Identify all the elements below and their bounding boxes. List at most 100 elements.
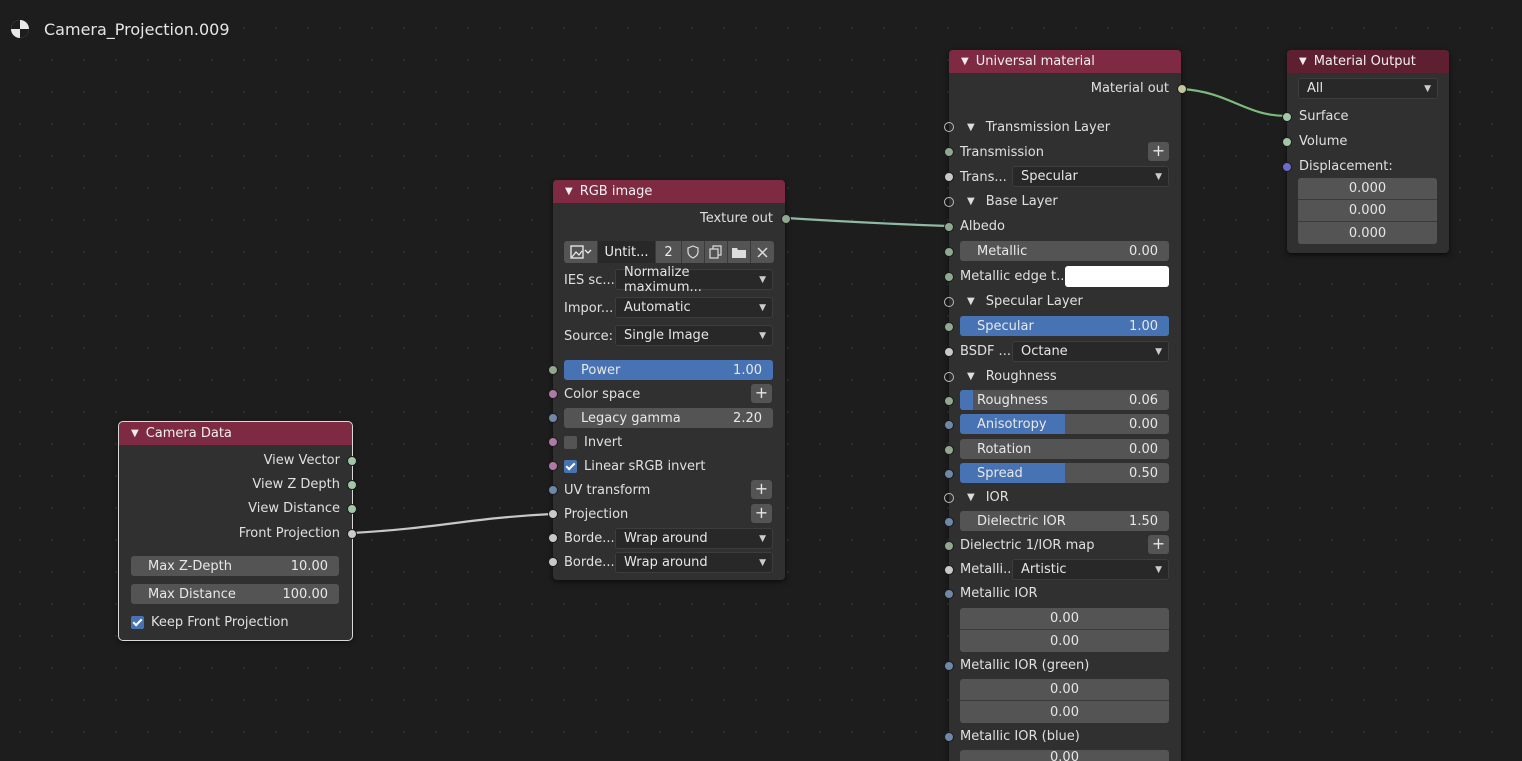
displacement-value-3[interactable]: 0.000 xyxy=(1298,222,1437,244)
plus-icon[interactable]: + xyxy=(1148,142,1169,161)
spread-field[interactable]: Spread 0.50 xyxy=(960,463,1169,483)
socket-bsdf-model[interactable] xyxy=(944,347,954,357)
metallic-ior-blue-value-1[interactable]: 0.00 xyxy=(960,750,1169,761)
triangle-down-icon[interactable]: ▼ xyxy=(967,371,975,382)
socket-dielectric-ior[interactable] xyxy=(944,517,954,527)
socket-rotation[interactable] xyxy=(944,445,954,455)
socket-volume[interactable] xyxy=(1282,137,1292,147)
plus-icon[interactable]: + xyxy=(751,384,772,403)
universal-material-node[interactable]: ▼ Universal material Material out ▼ Trans… xyxy=(944,50,1187,761)
metallic-edge-tint-color-swatch[interactable] xyxy=(1065,266,1169,287)
socket-metallic-mode[interactable] xyxy=(944,565,954,575)
socket-dielectric-ior-map[interactable] xyxy=(944,541,954,551)
specular-layer-panel[interactable]: ▼ Specular Layer xyxy=(967,290,1083,312)
chevron-down-icon[interactable]: ▼ xyxy=(1299,56,1307,67)
socket-ior-panel[interactable] xyxy=(944,493,954,503)
socket-albedo[interactable] xyxy=(944,222,954,232)
socket-invert[interactable] xyxy=(548,437,558,447)
socket-metallic[interactable] xyxy=(944,247,954,257)
socket-material-out[interactable] xyxy=(1177,84,1187,94)
link-front-projection-to-projection[interactable] xyxy=(351,512,553,535)
transmission-layer-panel[interactable]: ▼ Transmission Layer xyxy=(967,116,1110,138)
chevron-down-icon[interactable]: ▼ xyxy=(131,428,139,439)
roughness-field[interactable]: Roughness 0.06 xyxy=(960,390,1169,410)
metallic-ior-green-value-1[interactable]: 0.00 xyxy=(960,679,1169,701)
socket-specular[interactable] xyxy=(944,322,954,332)
link-material-out-to-surface[interactable] xyxy=(1181,87,1288,118)
socket-projection[interactable] xyxy=(548,509,558,519)
specular-field[interactable]: Specular 1.00 xyxy=(960,316,1169,336)
socket-legacy-gamma[interactable] xyxy=(548,413,558,423)
image-browse-button[interactable] xyxy=(564,241,598,263)
link-texture-out-to-albedo[interactable] xyxy=(785,216,949,228)
socket-border-v[interactable] xyxy=(548,557,558,567)
metallic-ior-value-2[interactable]: 0.00 xyxy=(960,630,1169,652)
base-layer-panel[interactable]: ▼ Base Layer xyxy=(967,190,1058,212)
displacement-value-2[interactable]: 0.000 xyxy=(1298,200,1437,222)
camera-data-node[interactable]: ▼ Camera Data View Vector View Z Depth V… xyxy=(118,421,357,641)
socket-texture-out[interactable] xyxy=(781,214,791,224)
socket-metallic-ior-blue[interactable] xyxy=(944,732,954,742)
metallic-ior-value-1[interactable]: 0.00 xyxy=(960,608,1169,630)
checkbox-icon[interactable] xyxy=(564,435,577,449)
target-dropdown[interactable]: All ▼ xyxy=(1298,78,1438,99)
socket-anisotropy[interactable] xyxy=(944,420,954,430)
border-u-dropdown[interactable]: Wrap around ▼ xyxy=(615,528,773,549)
linear-srgb-invert-checkbox[interactable]: Linear sRGB invert xyxy=(564,455,705,477)
socket-uv-transform[interactable] xyxy=(548,485,558,495)
plus-icon[interactable]: + xyxy=(751,504,772,523)
dielectric-ior-field[interactable]: Dielectric IOR 1.50 xyxy=(960,511,1169,531)
socket-metallic-ior-green[interactable] xyxy=(944,661,954,671)
bsdf-model-dropdown[interactable]: Octane ▼ xyxy=(1012,341,1169,362)
displacement-value-1[interactable]: 0.000 xyxy=(1298,178,1437,200)
image-name-field[interactable]: Untit... xyxy=(598,241,656,263)
folder-icon[interactable] xyxy=(728,241,751,263)
socket-roughness[interactable] xyxy=(944,396,954,406)
plus-icon[interactable]: + xyxy=(751,480,772,499)
ior-panel[interactable]: ▼ IOR xyxy=(967,486,1009,508)
ies-scale-dropdown[interactable]: Normalize maximum... ▼ xyxy=(615,265,773,295)
socket-spread[interactable] xyxy=(944,469,954,479)
duplicate-icon[interactable] xyxy=(705,241,728,263)
chevron-down-icon[interactable]: ▼ xyxy=(565,186,573,197)
plus-icon[interactable]: + xyxy=(1148,535,1169,554)
socket-front-projection[interactable] xyxy=(347,529,357,539)
roughness-panel[interactable]: ▼ Roughness xyxy=(967,365,1057,387)
socket-linear-srgb-invert[interactable] xyxy=(548,461,558,471)
metallic-ior-green-value-2[interactable]: 0.00 xyxy=(960,701,1169,723)
node-header[interactable]: ▼ RGB image xyxy=(553,180,785,203)
import-dropdown[interactable]: Automatic ▼ xyxy=(615,297,773,318)
checkmark-icon[interactable] xyxy=(131,615,144,629)
socket-view-distance[interactable] xyxy=(347,504,357,514)
material-output-node[interactable]: ▼ Material Output All ▼ Surface Volume Di… xyxy=(1282,50,1449,253)
node-header[interactable]: ▼ Material Output xyxy=(1287,50,1449,73)
legacy-gamma-field[interactable]: Legacy gamma 2.20 xyxy=(564,408,773,428)
triangle-down-icon[interactable]: ▼ xyxy=(967,296,975,307)
rotation-field[interactable]: Rotation 0.00 xyxy=(960,439,1169,459)
socket-border-u[interactable] xyxy=(548,533,558,543)
close-icon[interactable] xyxy=(751,241,774,263)
socket-power[interactable] xyxy=(548,365,558,375)
keep-front-projection-checkbox[interactable]: Keep Front Projection xyxy=(131,611,289,633)
socket-metallic-ior[interactable] xyxy=(944,589,954,599)
invert-checkbox[interactable]: Invert xyxy=(564,431,622,453)
checkmark-icon[interactable] xyxy=(564,459,577,473)
socket-color-space[interactable] xyxy=(548,389,558,399)
socket-transmission-type[interactable] xyxy=(944,172,954,182)
max-distance-field[interactable]: Max Distance 100.00 xyxy=(131,584,339,604)
transmission-type-dropdown[interactable]: Specular ▼ xyxy=(1012,166,1169,187)
rgb-image-node[interactable]: ▼ RGB image Texture out Untit... 2 IES s… xyxy=(548,180,791,580)
socket-roughness-panel[interactable] xyxy=(944,372,954,382)
triangle-down-icon[interactable]: ▼ xyxy=(967,122,975,133)
triangle-down-icon[interactable]: ▼ xyxy=(967,196,975,207)
triangle-down-icon[interactable]: ▼ xyxy=(967,492,975,503)
socket-transmission[interactable] xyxy=(944,147,954,157)
socket-view-vector[interactable] xyxy=(347,456,357,466)
image-users-count[interactable]: 2 xyxy=(656,241,682,263)
socket-metallic-edge-tint[interactable] xyxy=(944,272,954,282)
node-header[interactable]: ▼ Camera Data xyxy=(119,422,352,445)
anisotropy-field[interactable]: Anisotropy 0.00 xyxy=(960,414,1169,434)
socket-transmission-layer[interactable] xyxy=(944,122,954,132)
border-v-dropdown[interactable]: Wrap around ▼ xyxy=(615,552,773,573)
chevron-down-icon[interactable]: ▼ xyxy=(961,56,969,67)
